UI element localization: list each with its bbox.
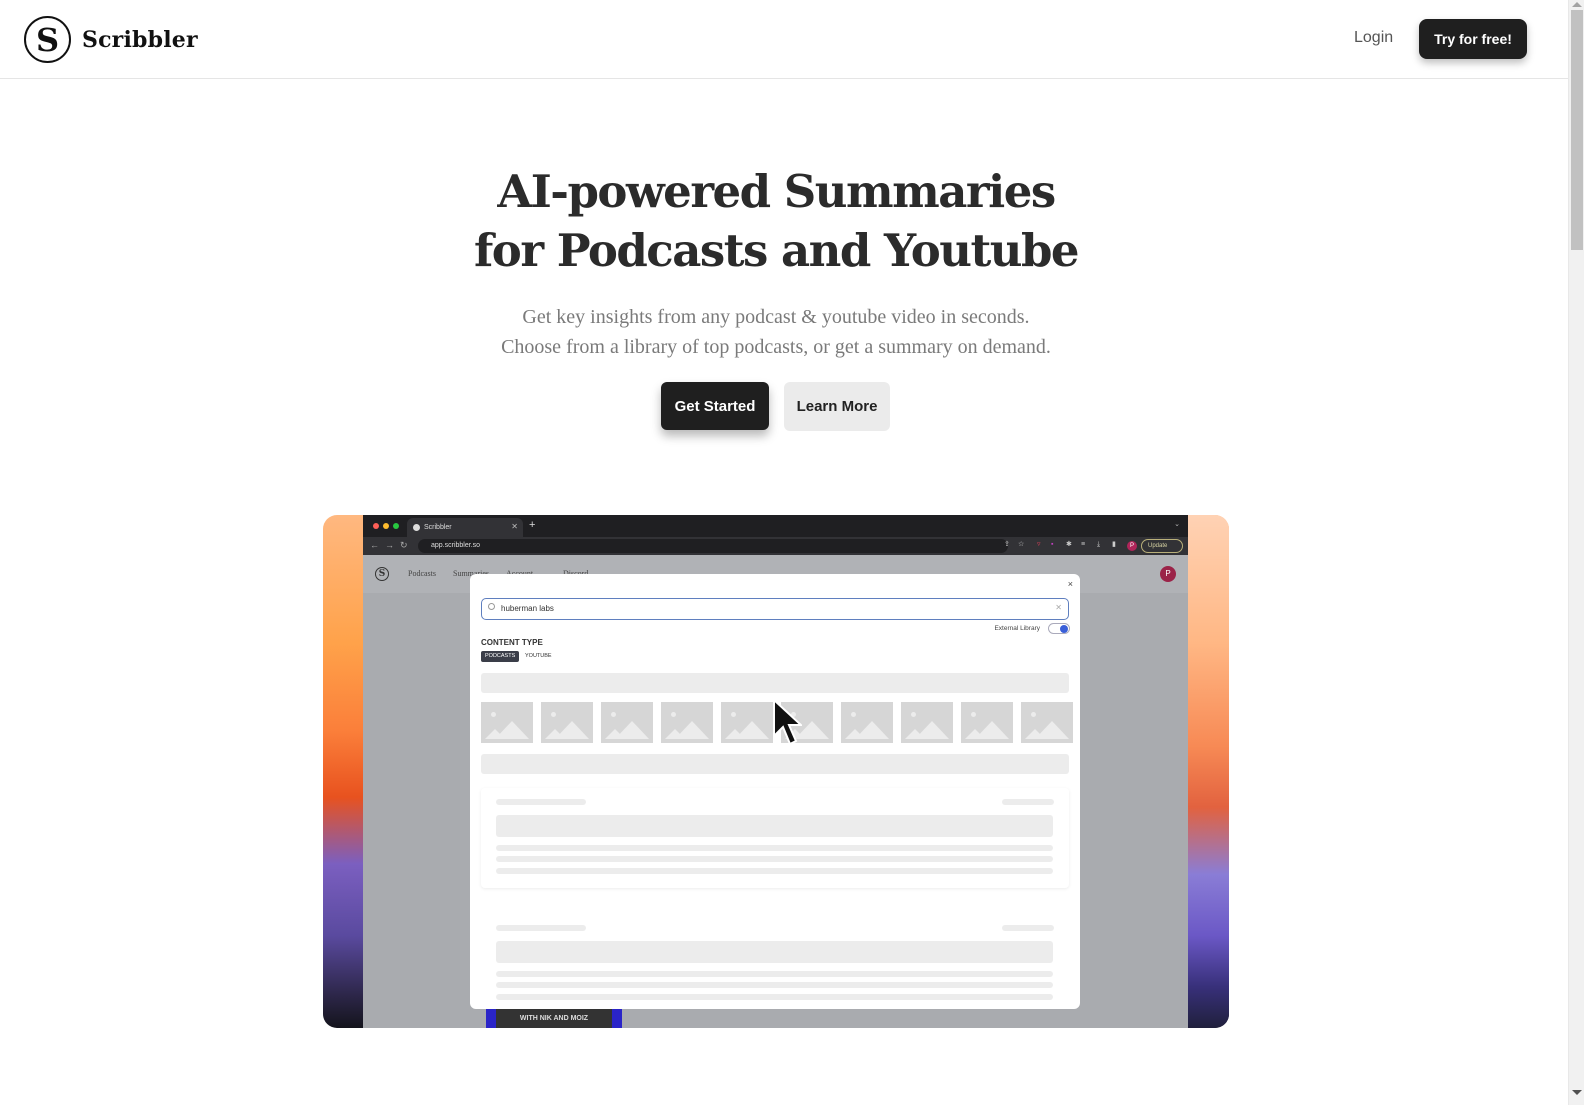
- clear-search-icon: ✕: [1055, 603, 1062, 612]
- back-arrow-icon: ←: [370, 540, 379, 550]
- app-user-avatar: P: [1160, 566, 1176, 582]
- image-placeholder-icon: [661, 702, 713, 743]
- share-icon: ⇪: [1004, 541, 1010, 548]
- mouse-cursor-icon: [773, 698, 802, 746]
- summary-card-skeleton: [481, 788, 1069, 888]
- reload-icon: ↻: [400, 540, 408, 550]
- hero-actions: Get Started Learn More: [661, 382, 890, 431]
- puzzle-extensions-icon: ✱: [1066, 541, 1072, 548]
- tab-close-icon: ✕: [511, 522, 518, 531]
- extension-badge-icon: ▪: [1051, 541, 1054, 548]
- image-placeholder-icon: [541, 702, 593, 743]
- app-logo-icon: S: [375, 567, 389, 581]
- image-placeholder-icon: [961, 702, 1013, 743]
- podcast-cover-peek: WITH NIK AND MOIZ: [486, 1009, 622, 1028]
- close-window-dot-icon: [373, 523, 379, 529]
- scribbler-logo-icon: S: [24, 16, 71, 63]
- content-type-youtube: YOUTUBE: [525, 653, 552, 659]
- maximize-window-dot-icon: [393, 523, 399, 529]
- scroll-up-arrow-icon[interactable]: [1572, 2, 1582, 7]
- browser-url: app.scribbler.so: [418, 539, 1008, 553]
- product-demo-image: Scribbler ✕ + ⌄ ← → ↻ app.scribbler.so ⇪…: [323, 515, 1229, 1028]
- search-input-value: huberman labs: [501, 604, 554, 613]
- image-placeholder-icon: [841, 702, 893, 743]
- app-nav-podcasts: Podcasts: [408, 569, 436, 578]
- side-panel-icon: ▮: [1112, 541, 1116, 548]
- hero-title-line2: for Podcasts and Youtube: [473, 224, 1080, 277]
- external-library-label: External Library: [994, 625, 1040, 632]
- favicon-icon: [413, 524, 420, 531]
- hero-subtitle: Get key insights from any podcast & yout…: [0, 302, 1552, 362]
- image-placeholder-icon: [601, 702, 653, 743]
- browser-tab: Scribbler ✕: [407, 518, 523, 537]
- search-modal: × huberman labs ✕ External Library CONTE…: [470, 574, 1080, 1009]
- minimize-window-dot-icon: [383, 523, 389, 529]
- site-header: S Scribbler Login Try for free!: [0, 0, 1568, 79]
- image-placeholder-icon: [481, 702, 533, 743]
- try-for-free-button[interactable]: Try for free!: [1419, 19, 1527, 59]
- new-tab-icon: +: [529, 519, 536, 531]
- content-type-podcasts: PODCASTS: [481, 651, 520, 662]
- hero-subtitle-line2: Choose from a library of top podcasts, o…: [501, 336, 1051, 358]
- brand-name: Scribbler: [82, 26, 198, 53]
- external-library-toggle: [1048, 623, 1070, 634]
- browser-address-bar: ← → ↻ app.scribbler.so ⇪ ☆ ▿ ▪ ✱ ≡ ⤓ ▮ P…: [363, 537, 1188, 555]
- login-link[interactable]: Login: [1354, 29, 1393, 47]
- hero-title: AI-powered Summaries for Podcasts and Yo…: [0, 162, 1552, 280]
- content-type-label: CONTENT TYPE: [481, 638, 543, 647]
- modal-search-input: huberman labs ✕: [481, 598, 1069, 620]
- browser-update-button: Update: [1141, 539, 1183, 553]
- modal-close-icon: ×: [1067, 579, 1073, 589]
- browser-tab-bar: Scribbler ✕ + ⌄: [363, 515, 1188, 537]
- pocket-extension-icon: ▿: [1037, 541, 1041, 548]
- tab-list-chevron-icon: ⌄: [1174, 521, 1180, 528]
- demo-browser-window: Scribbler ✕ + ⌄ ← → ↻ app.scribbler.so ⇪…: [363, 515, 1188, 1028]
- image-placeholder-icon: [901, 702, 953, 743]
- scrollbar-thumb[interactable]: [1571, 10, 1583, 250]
- scroll-down-arrow-icon[interactable]: [1572, 1090, 1582, 1095]
- browser-profile-avatar: P: [1127, 541, 1137, 551]
- loading-skeleton-bar: [481, 673, 1069, 693]
- wallpaper-right-edge: [1187, 515, 1229, 1028]
- search-icon: [488, 603, 495, 610]
- get-started-button[interactable]: Get Started: [661, 382, 769, 430]
- brand-logo[interactable]: S Scribbler: [24, 16, 198, 63]
- page-scrollbar[interactable]: [1568, 0, 1584, 1105]
- browser-tab-title: Scribbler: [424, 524, 452, 531]
- hero-title-line1: AI-powered Summaries: [497, 165, 1056, 218]
- toggle-knob: [1060, 625, 1068, 633]
- bookmark-star-icon: ☆: [1018, 541, 1025, 548]
- reading-list-icon: ≡: [1081, 541, 1086, 548]
- image-placeholder-icon: [721, 702, 773, 743]
- hero-subtitle-line1: Get key insights from any podcast & yout…: [522, 306, 1030, 328]
- learn-more-button[interactable]: Learn More: [784, 382, 890, 431]
- download-icon: ⤓: [1097, 541, 1101, 548]
- forward-arrow-icon: →: [385, 540, 394, 550]
- summary-card-skeleton: [481, 914, 1069, 1009]
- image-placeholder-icon: [1021, 702, 1073, 743]
- podcast-cover-text: WITH NIK AND MOIZ: [496, 1009, 612, 1028]
- loading-skeleton-bar: [481, 754, 1069, 774]
